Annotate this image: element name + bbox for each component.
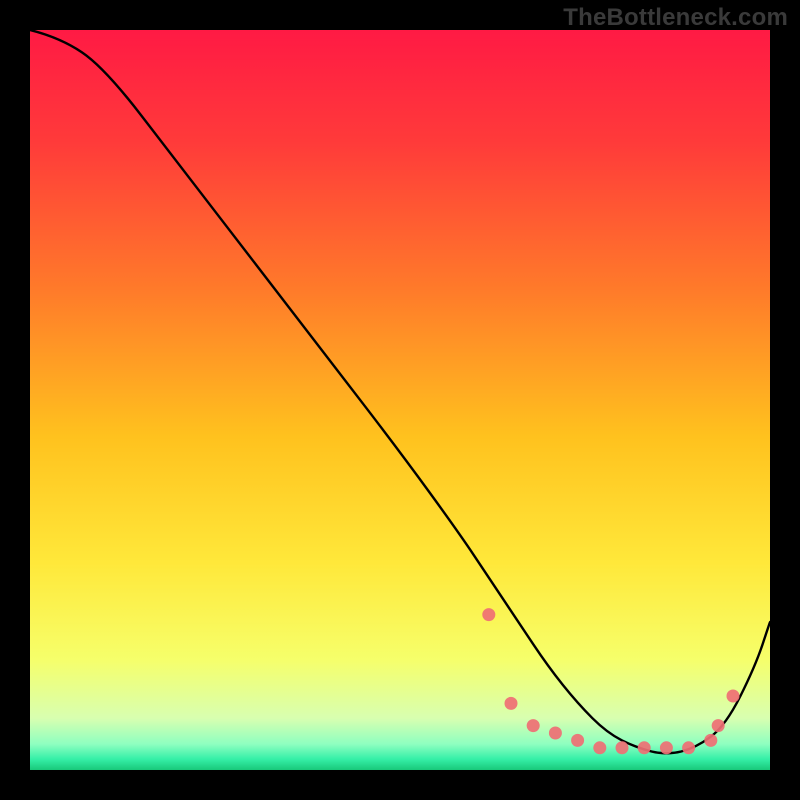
- marker-dot: [616, 741, 629, 754]
- marker-dot: [660, 741, 673, 754]
- marker-dot: [638, 741, 651, 754]
- marker-dot: [727, 690, 740, 703]
- gradient-background: [30, 30, 770, 770]
- marker-dot: [571, 734, 584, 747]
- chart-frame: TheBottleneck.com: [0, 0, 800, 800]
- marker-dot: [682, 741, 695, 754]
- marker-dot: [505, 697, 518, 710]
- marker-dot: [527, 719, 540, 732]
- marker-dot: [712, 719, 725, 732]
- chart-svg: [30, 30, 770, 770]
- marker-dot: [549, 727, 562, 740]
- marker-dot: [593, 741, 606, 754]
- marker-dot: [704, 734, 717, 747]
- plot-area: [30, 30, 770, 770]
- watermark-text: TheBottleneck.com: [563, 4, 788, 32]
- marker-dot: [482, 608, 495, 621]
